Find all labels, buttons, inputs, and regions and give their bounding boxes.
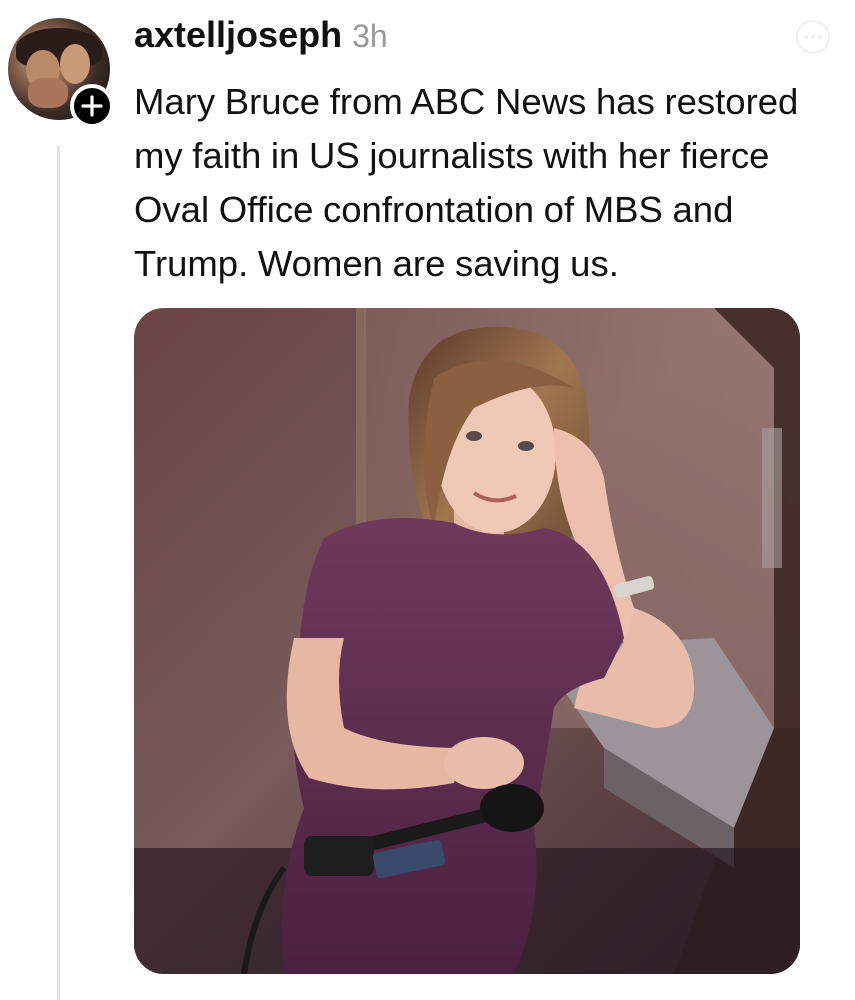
follow-button[interactable] [70, 84, 114, 128]
timestamp: 3h [352, 18, 388, 54]
more-icon[interactable] [796, 20, 830, 54]
plus-icon [81, 95, 103, 117]
avatar-face [60, 44, 90, 84]
avatar-hand [28, 78, 68, 108]
post-image[interactable] [134, 308, 800, 974]
post-text: Mary Bruce from ABC News has restored my… [134, 81, 799, 284]
thread-line [57, 146, 60, 1000]
post-header: axtelljoseph 3h [134, 14, 388, 64]
username[interactable]: axtelljoseph [134, 14, 342, 56]
